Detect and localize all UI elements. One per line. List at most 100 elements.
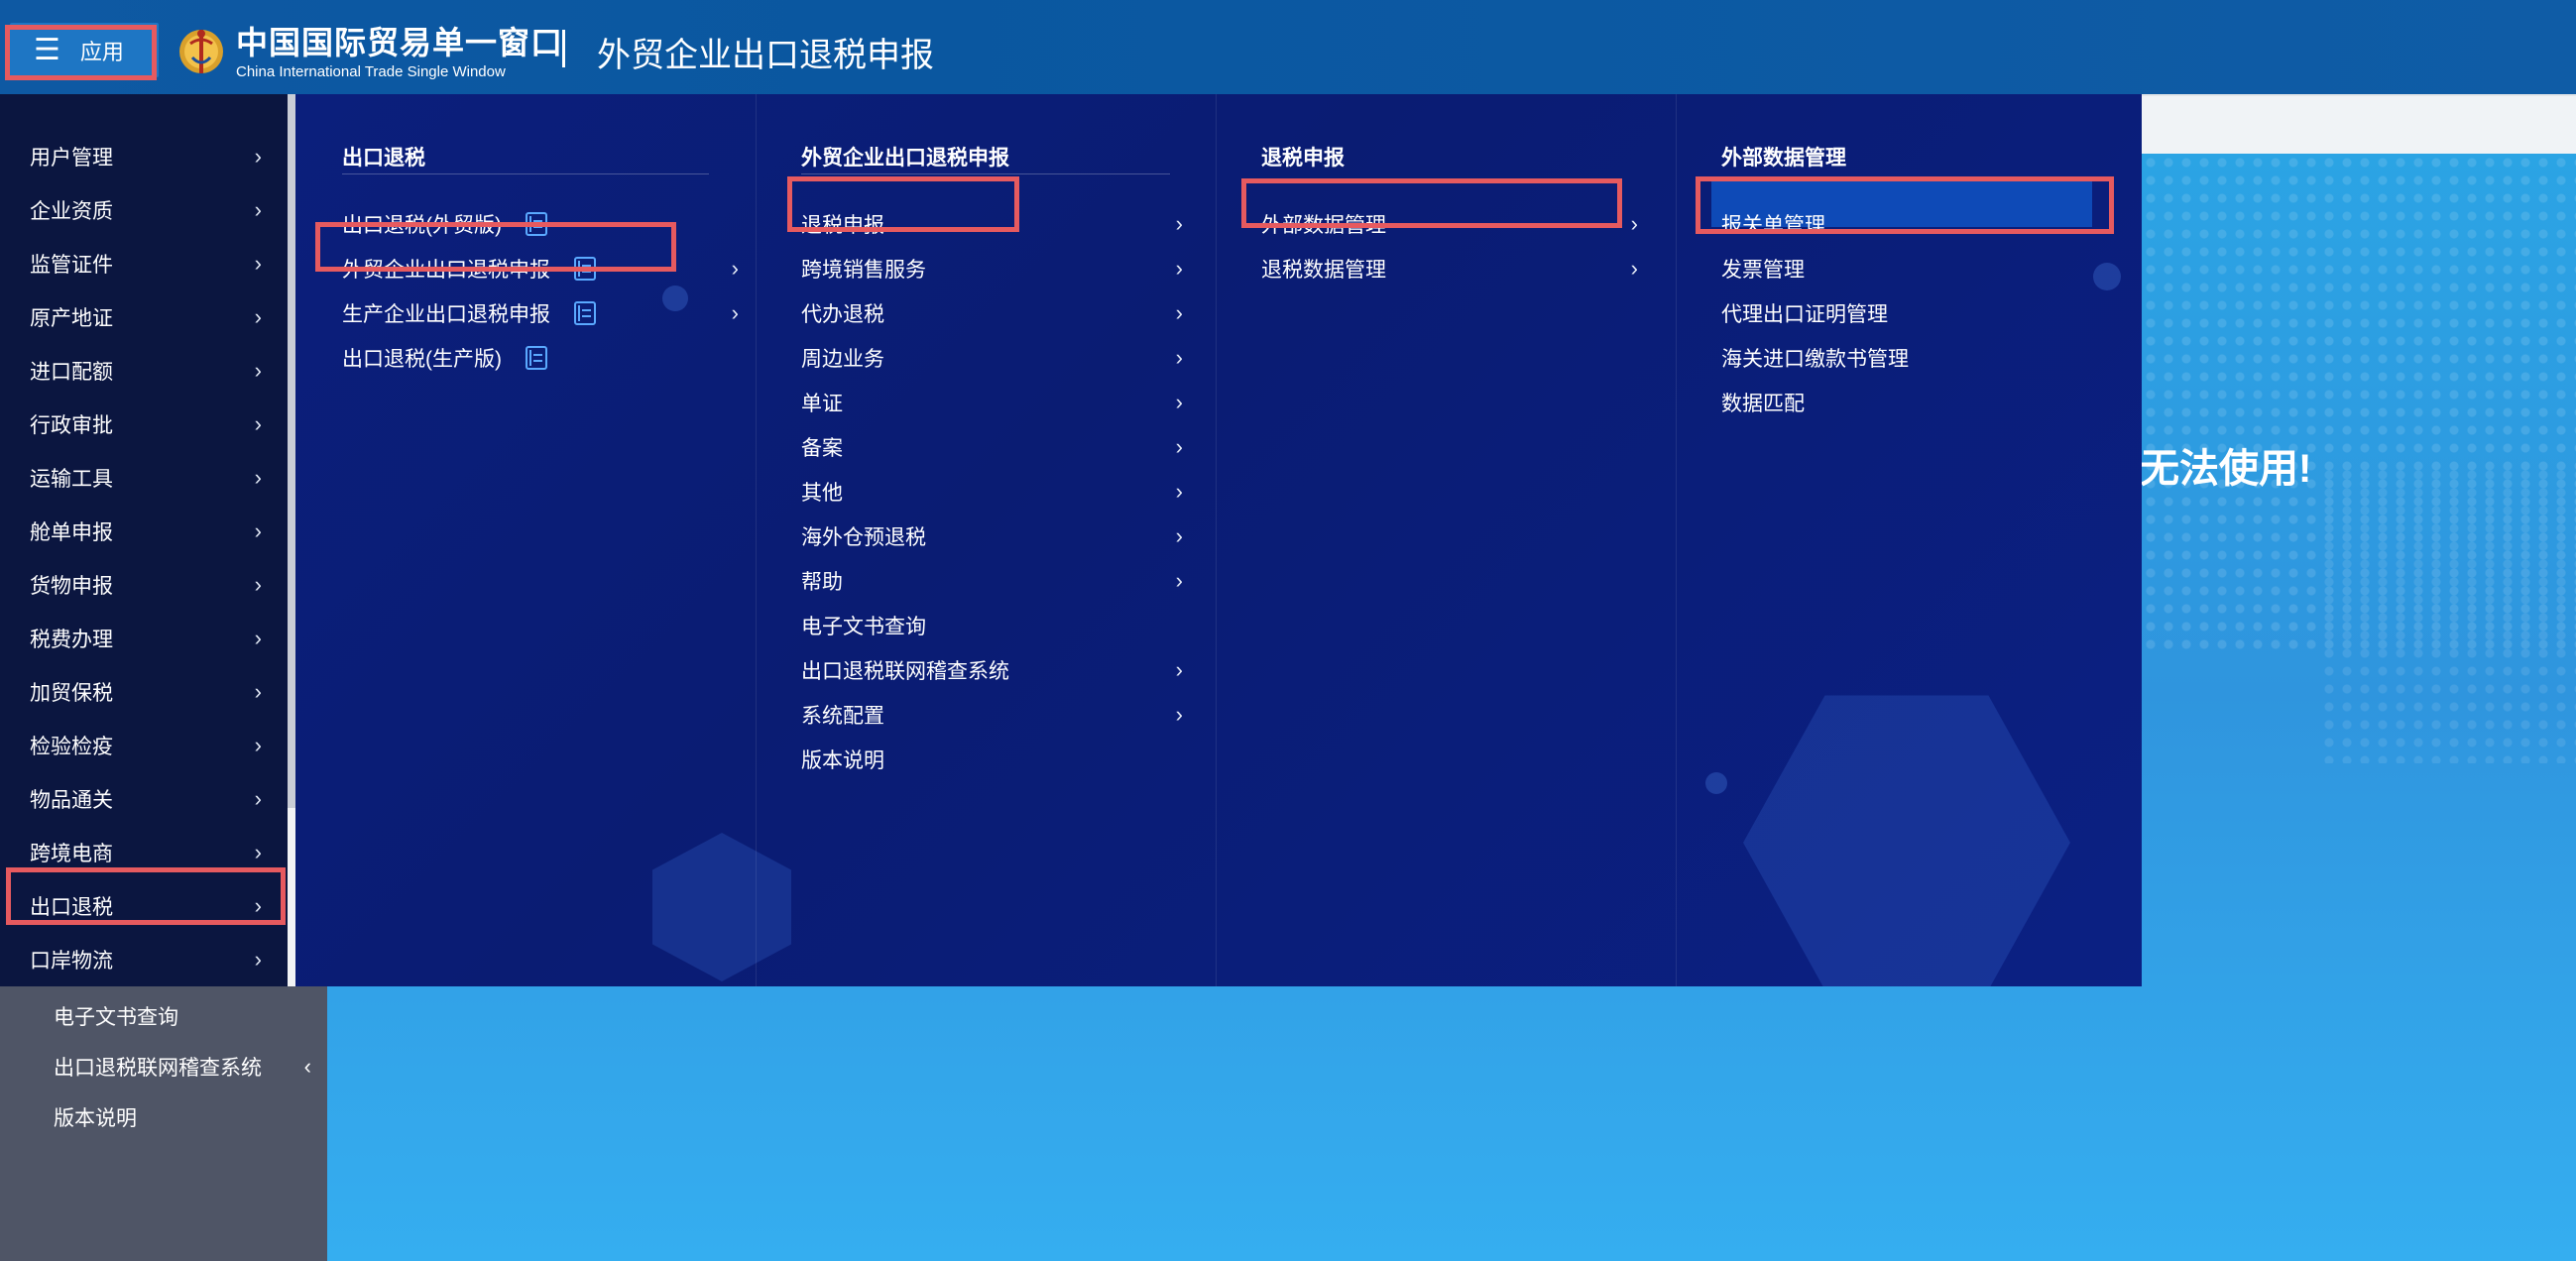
menu-item-label: 退税申报: [801, 214, 884, 237]
menu-item-invoice-management[interactable]: 发票管理: [1721, 251, 2088, 287]
chevron-right-icon: ›: [1175, 479, 1183, 504]
background-decoration: [652, 833, 791, 981]
background-decoration: [1705, 772, 1727, 794]
menu-item-overseas-warehouse-rebate[interactable]: 海外仓预退税 ›: [801, 518, 1183, 554]
sidebar-item-label: 加贸保税: [30, 682, 113, 705]
sidebar-item-label: 物品通关: [30, 789, 113, 812]
background-decoration: [1743, 695, 2070, 986]
menu-item-label: 生产企业出口退税申报: [342, 303, 550, 326]
sidebar-item-goods-declaration[interactable]: 货物申报 ›: [0, 558, 286, 612]
sidebar-item-user-management[interactable]: 用户管理 ›: [0, 130, 286, 183]
chevron-right-icon: ›: [1175, 523, 1183, 548]
menu-item-label: 数据匹配: [1721, 393, 1805, 415]
menu-item-export-rebate-trade[interactable]: 出口退税(外贸版): [342, 206, 739, 242]
menu-item-agency-rebate[interactable]: 代办退税 ›: [801, 295, 1183, 331]
menu-item-peripheral-business[interactable]: 周边业务 ›: [801, 340, 1183, 376]
chevron-right-icon: ›: [1175, 702, 1183, 727]
submenu-item-audit-system[interactable]: 出口退税联网稽查系统 ‹: [54, 1052, 311, 1082]
sidebar-item-label: 行政审批: [30, 414, 113, 437]
sidebar-scrollbar-thumb[interactable]: [288, 94, 295, 808]
chevron-right-icon: ›: [1175, 256, 1183, 281]
chevron-right-icon: ›: [1175, 390, 1183, 414]
column-divider: [1676, 94, 1677, 986]
column-heading-underline: [342, 173, 709, 174]
chevron-right-icon: ›: [254, 358, 262, 383]
menu-item-documents[interactable]: 单证 ›: [801, 385, 1183, 420]
menu-item-data-matching[interactable]: 数据匹配: [1721, 385, 2088, 420]
menu-item-rebate-declaration[interactable]: 退税申报 ›: [801, 206, 1183, 242]
menu-item-customs-import-payment[interactable]: 海关进口缴款书管理: [1721, 340, 2088, 376]
menu-item-label: 备案: [801, 437, 843, 460]
sidebar-item-export-tax-rebate[interactable]: 出口退税 ›: [0, 879, 286, 933]
sidebar-item-administrative-approval[interactable]: 行政审批 ›: [0, 398, 286, 451]
chevron-right-icon: ›: [254, 840, 262, 864]
chevron-right-icon: ›: [254, 197, 262, 222]
chevron-right-icon: ›: [254, 465, 262, 490]
menu-item-cross-border-sales[interactable]: 跨境销售服务 ›: [801, 251, 1183, 287]
sidebar-item-label: 原产地证: [30, 307, 113, 330]
menu-item-customs-declaration-management[interactable]: 报关单管理: [1721, 206, 2088, 242]
sidebar-item-label: 用户管理: [30, 147, 113, 170]
menu-item-electronic-documents[interactable]: 电子文书查询: [801, 608, 1183, 643]
menu-item-system-config[interactable]: 系统配置 ›: [801, 697, 1183, 733]
chevron-right-icon: ›: [254, 733, 262, 757]
sidebar-item-regulatory-certificates[interactable]: 监管证件 ›: [0, 237, 286, 290]
sidebar-item-article-clearance[interactable]: 物品通关 ›: [0, 772, 286, 826]
menu-item-production-enterprise-rebate[interactable]: 生产企业出口退税申报 ›: [342, 295, 739, 331]
menu-icon: ☰: [34, 33, 60, 66]
chevron-right-icon: ›: [1175, 657, 1183, 682]
menu-item-label: 报关单管理: [1721, 214, 1825, 237]
sidebar-item-label: 口岸物流: [30, 950, 113, 973]
sidebar-item-inspection-quarantine[interactable]: 检验检疫 ›: [0, 719, 286, 772]
menu-item-export-rebate-production[interactable]: 出口退税(生产版): [342, 340, 739, 376]
menu-item-label: 出口退税(外贸版): [342, 214, 502, 237]
menu-item-label: 外贸企业出口退税申报: [342, 259, 550, 282]
menu-item-version-notes[interactable]: 版本说明: [801, 742, 1183, 777]
menu-item-label: 版本说明: [801, 749, 884, 772]
sidebar-item-label: 跨境电商: [30, 843, 113, 865]
submenu-item-version-notes[interactable]: 版本说明: [54, 1102, 311, 1132]
menu-item-external-data-management[interactable]: 外部数据管理 ›: [1261, 206, 1638, 242]
sidebar-item-transport[interactable]: 运输工具 ›: [0, 451, 286, 505]
chevron-right-icon: ›: [254, 893, 262, 918]
menu-item-label: 退税数据管理: [1261, 259, 1386, 282]
menu-item-label: 海关进口缴款书管理: [1721, 348, 1909, 371]
chevron-right-icon: ›: [1630, 256, 1638, 281]
sidebar-item-label: 检验检疫: [30, 736, 113, 758]
title-divider: [562, 30, 565, 67]
single-window-emblem-icon: [179, 30, 223, 73]
menu-item-label: 外部数据管理: [1261, 214, 1386, 237]
apps-menu-button[interactable]: ☰ 应用: [10, 23, 159, 77]
sidebar-item-cross-border-ecommerce[interactable]: 跨境电商 ›: [0, 826, 286, 879]
sidebar-item-certificate-of-origin[interactable]: 原产地证 ›: [0, 290, 286, 344]
menu-item-label: 系统配置: [801, 705, 884, 728]
submenu-item-electronic-documents[interactable]: 电子文书查询: [54, 1001, 311, 1031]
sidebar-item-tax-handling[interactable]: 税费办理 ›: [0, 612, 286, 665]
sidebar-item-manifest[interactable]: 舱单申报 ›: [0, 505, 286, 558]
sidebar-item-enterprise-qualification[interactable]: 企业资质 ›: [0, 183, 286, 237]
column-divider: [1216, 94, 1217, 986]
chevron-right-icon: ›: [1175, 568, 1183, 593]
document-icon: [526, 212, 547, 236]
menu-item-trade-enterprise-rebate[interactable]: 外贸企业出口退税申报 ›: [342, 251, 739, 287]
column-heading-underline: [801, 173, 1170, 174]
menu-item-filing[interactable]: 备案 ›: [801, 429, 1183, 465]
top-header: ☰ 应用 中国国际贸易单一窗口 China International Trad…: [0, 0, 2576, 94]
chevron-left-icon: ‹: [303, 1054, 311, 1079]
sidebar-item-import-quota[interactable]: 进口配额 ›: [0, 344, 286, 398]
menu-item-label: 单证: [801, 393, 843, 415]
menu-item-help[interactable]: 帮助 ›: [801, 563, 1183, 599]
menu-item-agency-export-certificate[interactable]: 代理出口证明管理: [1721, 295, 2088, 331]
menu-item-other[interactable]: 其他 ›: [801, 474, 1183, 510]
menu-item-label: 代办退税: [801, 303, 884, 326]
sidebar-item-label: 企业资质: [30, 200, 113, 223]
chevron-right-icon: ›: [254, 411, 262, 436]
sidebar-item-label: 监管证件: [30, 254, 113, 277]
menu-item-audit-system[interactable]: 出口退税联网稽查系统 ›: [801, 652, 1183, 688]
app-root: 无法使用! ☰ 应用 中国国际贸易单一窗口 China Internationa…: [0, 0, 2576, 1261]
sidebar-item-port-logistics[interactable]: 口岸物流 ›: [0, 933, 286, 986]
sidebar-item-bonded-processing[interactable]: 加贸保税 ›: [0, 665, 286, 719]
menu-item-rebate-data-management[interactable]: 退税数据管理 ›: [1261, 251, 1638, 287]
menu-item-label: 帮助: [801, 571, 843, 594]
sidebar-item-label: 舱单申报: [30, 521, 113, 544]
